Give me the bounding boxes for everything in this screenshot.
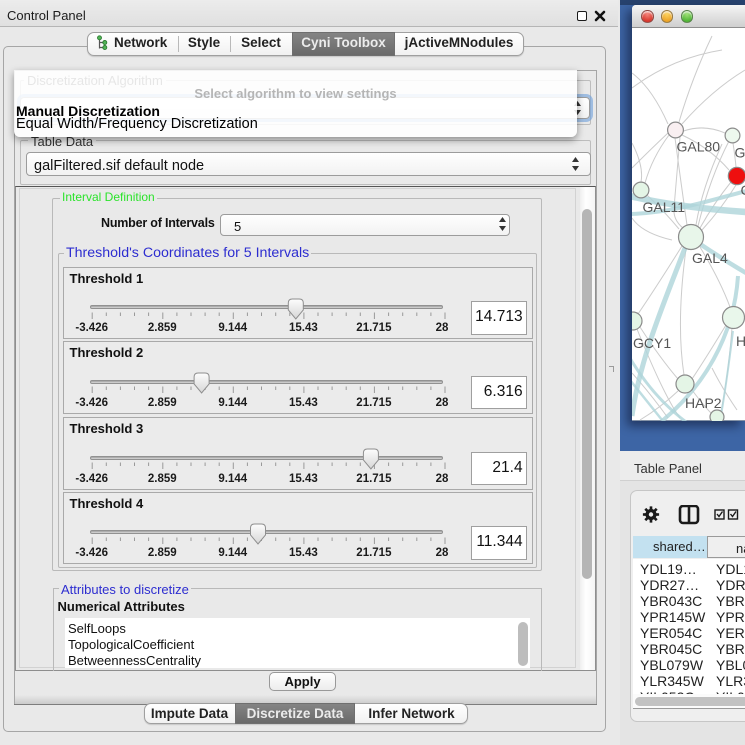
svg-text:GA: GA: [735, 145, 745, 161]
svg-text:C: C: [741, 182, 745, 198]
svg-text:GAL80: GAL80: [677, 139, 721, 155]
svg-text:GAL4: GAL4: [692, 250, 728, 266]
svg-text:H: H: [736, 333, 745, 349]
svg-text:GCY1: GCY1: [633, 335, 671, 351]
svg-text:HAP2: HAP2: [685, 395, 722, 411]
svg-text:GAL11: GAL11: [643, 199, 686, 215]
